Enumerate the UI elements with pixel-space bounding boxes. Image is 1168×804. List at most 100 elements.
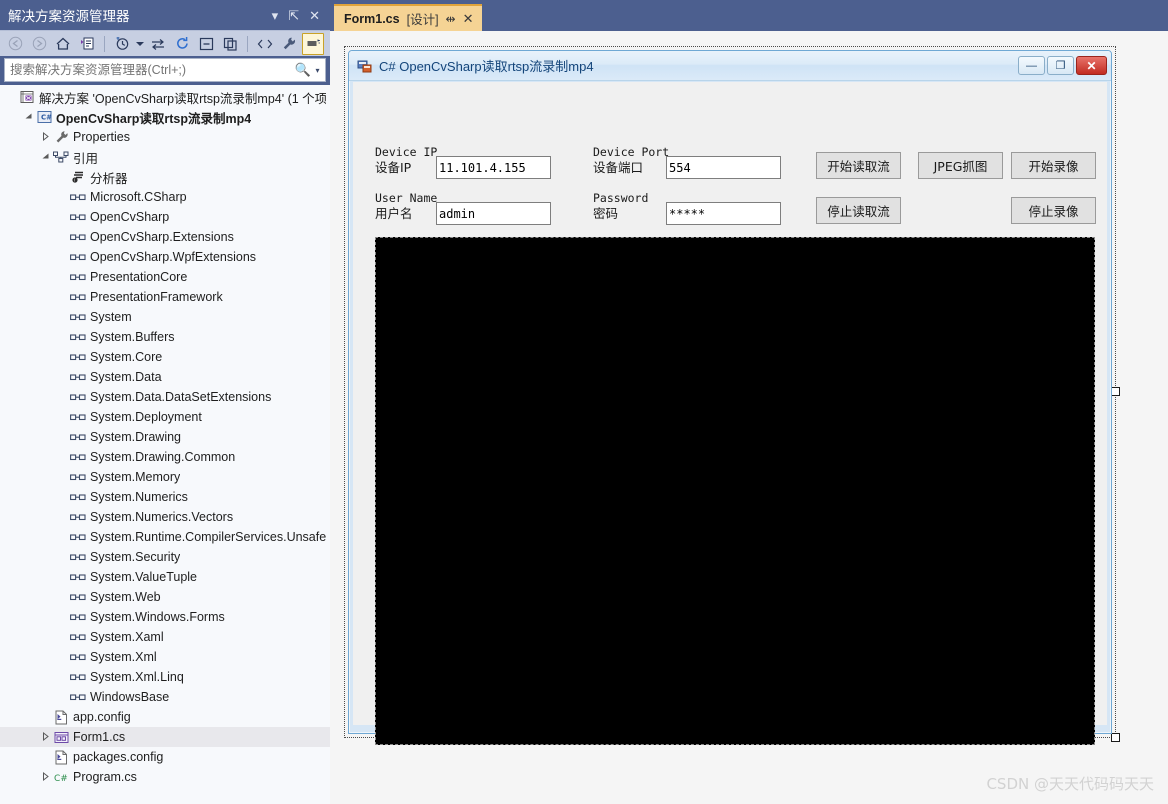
password-label-en: Password (593, 191, 649, 205)
tree-item-opencvsharp-rtsp-mp4-1[interactable]: 解决方案 'OpenCvSharp读取rtsp流录制mp4' (1 个项 (0, 87, 330, 107)
sync-with-active-document-icon[interactable] (147, 33, 169, 55)
pending-changes-icon[interactable] (76, 33, 98, 55)
view-designer-icon[interactable] (302, 32, 324, 55)
pin-icon[interactable]: ⇱ (288, 9, 299, 22)
tree-item-system-web[interactable]: System.Web (0, 587, 330, 607)
chevron-collapsed-icon[interactable] (38, 771, 52, 783)
tree-item-opencvsharp-extensions[interactable]: OpenCvSharp.Extensions (0, 227, 330, 247)
stop-record-button[interactable]: 停止录像 (1011, 197, 1096, 224)
video-preview-panel[interactable] (375, 237, 1095, 745)
tab-form1-designer[interactable]: Form1.cs [设计] ⇹ ✕ (334, 4, 482, 31)
device-port-input[interactable]: 554 (666, 156, 781, 179)
search-dropdown-icon[interactable]: ▾ (313, 66, 325, 75)
tree-item-system-data[interactable]: System.Data (0, 367, 330, 387)
tree-item-system-core[interactable]: System.Core (0, 347, 330, 367)
designed-form[interactable]: C# OpenCvSharp读取rtsp流录制mp4 — ❐ ✕ Device … (348, 50, 1112, 745)
tree-item-system-drawing-common[interactable]: System.Drawing.Common (0, 447, 330, 467)
tree-item-system-deployment[interactable]: System.Deployment (0, 407, 330, 427)
tree-item-system-buffers[interactable]: System.Buffers (0, 327, 330, 347)
tree-item-label: System.Data.DataSetExtensions (90, 390, 272, 404)
tree-item-system-numerics-vectors[interactable]: System.Numerics.Vectors (0, 507, 330, 527)
search-input[interactable] (5, 62, 293, 78)
close-button[interactable]: ✕ (1076, 56, 1107, 75)
tree-item-system-numerics[interactable]: System.Numerics (0, 487, 330, 507)
tree-item-system-data-datasetextensions[interactable]: System.Data.DataSetExtensions (0, 387, 330, 407)
tree-item-system-drawing[interactable]: System.Drawing (0, 427, 330, 447)
tree-item-presentationcore[interactable]: PresentationCore (0, 267, 330, 287)
chevron-collapsed-icon[interactable] (38, 731, 52, 743)
history-dropdown-icon[interactable] (135, 33, 145, 55)
tree-item-properties[interactable]: Properties (0, 127, 330, 147)
tree-item-system-security[interactable]: System.Security (0, 547, 330, 567)
form-title: C# OpenCvSharp读取rtsp流录制mp4 (379, 59, 594, 74)
show-all-files-icon[interactable] (219, 33, 241, 55)
references-icon (52, 151, 70, 164)
reference-icon (69, 352, 87, 363)
tree-item-opencvsharp[interactable]: OpenCvSharp (0, 207, 330, 227)
tree-item-program-cs[interactable]: C# Program.cs (0, 767, 330, 787)
csharp-project-icon: C# (35, 110, 53, 124)
pin-icon[interactable]: ⇹ (446, 12, 456, 26)
tree-item-system-xml-linq[interactable]: System.Xml.Linq (0, 667, 330, 687)
properties-wrench-icon[interactable] (278, 33, 300, 55)
tree-item-label: System.Runtime.CompilerServices.Unsafe (90, 530, 326, 544)
password-label-cn: 密码 (593, 206, 619, 221)
tree-item-system[interactable]: System (0, 307, 330, 327)
forward-icon (28, 33, 50, 55)
chevron-expanded-icon[interactable] (21, 112, 35, 123)
chevron-down-icon[interactable]: ▾ (272, 9, 279, 22)
tree-item-system-memory[interactable]: System.Memory (0, 467, 330, 487)
reference-icon (69, 512, 87, 523)
refresh-icon[interactable] (171, 33, 193, 55)
maximize-button[interactable]: ❐ (1047, 56, 1074, 75)
separator-2 (247, 35, 248, 52)
tree-item-system-xml[interactable]: System.Xml (0, 647, 330, 667)
minimize-button[interactable]: — (1018, 56, 1045, 75)
tree-item-system-xaml[interactable]: System.Xaml (0, 627, 330, 647)
collapse-all-icon[interactable] (195, 33, 217, 55)
designer-canvas[interactable]: C# OpenCvSharp读取rtsp流录制mp4 — ❐ ✕ Device … (330, 31, 1168, 804)
resize-handle-right[interactable] (1111, 387, 1120, 396)
history-clock-icon[interactable] (111, 33, 133, 55)
tab-label: Form1.cs (344, 11, 400, 26)
tree-item-system-valuetuple[interactable]: System.ValueTuple (0, 567, 330, 587)
tree-item-opencvsharp-rtsp-mp4[interactable]: C# OpenCvSharp读取rtsp流录制mp4 (0, 107, 330, 127)
search-icon[interactable]: 🔍 (293, 62, 313, 78)
start-record-button[interactable]: 开始录像 (1011, 152, 1096, 179)
tree-item-form1-cs[interactable]: Form1.cs (0, 727, 330, 747)
tree-item-microsoft-csharp[interactable]: Microsoft.CSharp (0, 187, 330, 207)
tree-item-presentationframework[interactable]: PresentationFramework (0, 287, 330, 307)
close-icon[interactable]: ✕ (463, 11, 474, 27)
tree-item-[interactable]: 引用 (0, 147, 330, 167)
tree-item-label: System.Windows.Forms (90, 610, 225, 624)
tree-item-packages-config[interactable]: packages.config (0, 747, 330, 767)
separator-1 (104, 35, 105, 52)
device-ip-label-en: Device IP (375, 145, 438, 159)
user-name-input[interactable]: admin (436, 202, 551, 225)
tree-item-system-windows-forms[interactable]: System.Windows.Forms (0, 607, 330, 627)
tree-item-system-runtime-compilerservices-unsafe[interactable]: System.Runtime.CompilerServices.Unsafe (0, 527, 330, 547)
home-icon[interactable] (52, 33, 74, 55)
wrench-icon (52, 130, 70, 144)
svg-text:C#: C# (41, 114, 52, 122)
stop-stream-button[interactable]: 停止读取流 (816, 197, 901, 224)
device-ip-input[interactable]: 11.101.4.155 (436, 156, 551, 179)
password-input[interactable]: ***** (666, 202, 781, 225)
view-code-icon[interactable] (254, 33, 276, 55)
resize-handle-bottom-right[interactable] (1111, 733, 1120, 742)
chevron-collapsed-icon[interactable] (38, 131, 52, 143)
tree-item-label: Microsoft.CSharp (90, 190, 187, 204)
chevron-expanded-icon[interactable] (38, 152, 52, 163)
tree-item-windowsbase[interactable]: WindowsBase (0, 687, 330, 707)
analyzers-icon: i (69, 170, 87, 184)
start-stream-button[interactable]: 开始读取流 (816, 152, 901, 179)
tree-item-label: OpenCvSharp.WpfExtensions (90, 250, 257, 264)
tree-item-opencvsharp-wpfextensions[interactable]: OpenCvSharp.WpfExtensions (0, 247, 330, 267)
tree-item-[interactable]: i 分析器 (0, 167, 330, 187)
jpeg-capture-button[interactable]: JPEG抓图 (918, 152, 1003, 179)
close-icon[interactable]: ✕ (309, 9, 320, 22)
tree-item-app-config[interactable]: app.config (0, 707, 330, 727)
search-box[interactable]: 🔍 ▾ (4, 58, 326, 82)
reference-icon (69, 372, 87, 383)
solution-tree[interactable]: 解决方案 'OpenCvSharp读取rtsp流录制mp4' (1 个项 C# Op… (0, 85, 330, 804)
